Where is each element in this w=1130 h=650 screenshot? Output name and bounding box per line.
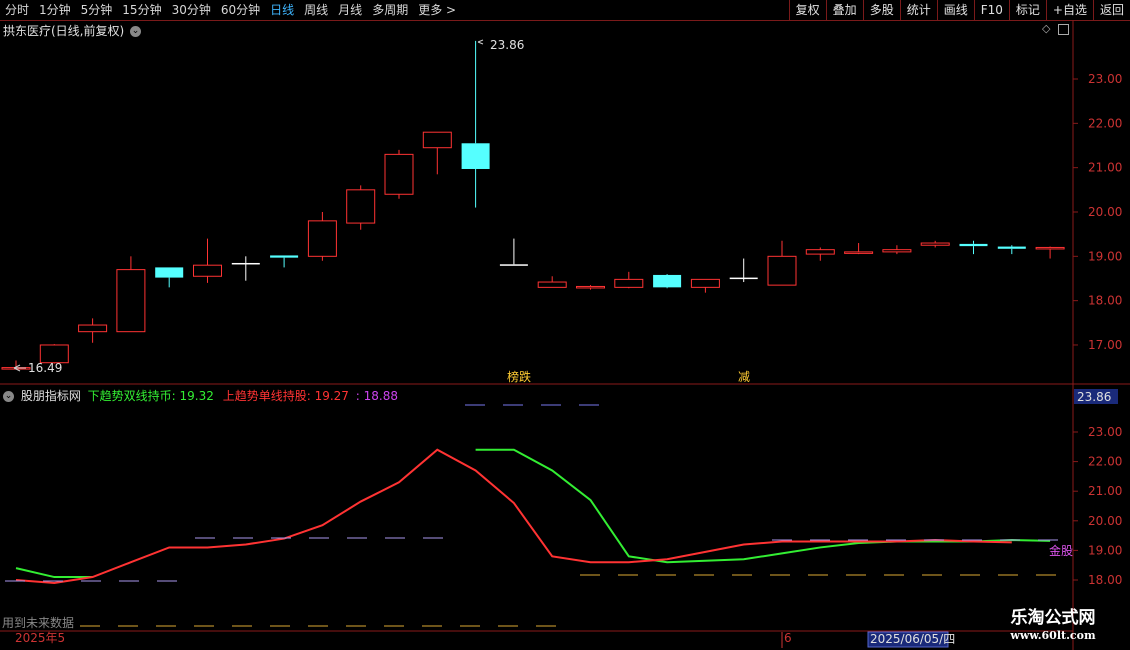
ind-y-tick-label: 21.00	[1088, 484, 1122, 498]
main-y-tick-label: 19.00	[1088, 249, 1122, 263]
candle-body	[461, 143, 490, 169]
candle-body	[614, 278, 644, 288]
candle-body	[116, 269, 146, 333]
candle-body	[653, 274, 682, 288]
down-trend-line	[15, 448, 1051, 579]
main-y-tick-label: 23.00	[1088, 72, 1122, 86]
candle-body	[384, 153, 414, 195]
candle-body	[690, 278, 720, 288]
indicator-dash-levels	[5, 404, 1065, 627]
indicator-price-box-label: 23.86	[1077, 390, 1111, 404]
gold-stock-label: 金股	[1049, 543, 1073, 558]
main-y-tick-label: 21.00	[1088, 161, 1122, 175]
ind-y-tick-label: 23.00	[1088, 425, 1122, 439]
candle-body	[767, 255, 797, 286]
main-y-tick-label: 18.00	[1088, 294, 1122, 308]
kline-chart: 23.00 22.00 21.00 20.00 19.00 18.00 17.00 23.0…	[0, 20, 1130, 650]
watermark-title: 乐淘公式网	[1010, 608, 1096, 628]
candle-body	[193, 264, 222, 277]
main-y-axis: 23.00 22.00 21.00 20.00 19.00 18.00 17.00	[1073, 72, 1122, 352]
high-label: 23.86	[490, 38, 524, 52]
candle-body	[270, 255, 299, 258]
candle-body	[155, 267, 184, 278]
low-label: 16.49	[28, 361, 62, 375]
candle-body	[422, 131, 452, 149]
marker-jian: 减	[738, 370, 750, 384]
candle-body	[920, 242, 950, 246]
candle-body	[231, 262, 260, 265]
candle-body	[844, 251, 874, 254]
main-y-tick-label: 17.00	[1088, 338, 1122, 352]
date-label-june: 6	[784, 631, 792, 645]
watermark: 乐淘公式网 www.60lt.com	[998, 607, 1108, 643]
candle-body	[307, 220, 337, 257]
candle-body	[499, 264, 528, 266]
high-arrow-icon	[477, 39, 484, 45]
candle-body	[537, 281, 567, 288]
candle-body	[882, 249, 912, 253]
watermark-url: www.60lt.com	[1010, 629, 1096, 642]
candle-body	[997, 246, 1026, 249]
indicator-lines	[15, 448, 1051, 584]
up-trend-line	[15, 448, 1012, 584]
future-data-note: 用到未来数据	[2, 615, 74, 630]
cursor-date-label: 2025/06/05/四	[870, 632, 955, 646]
main-y-tick-label: 22.00	[1088, 116, 1122, 130]
ind-y-tick-label: 20.00	[1088, 514, 1122, 528]
ind-y-tick-label: 22.00	[1088, 455, 1122, 469]
marker-bangdie: 榜跌	[507, 369, 531, 384]
candle-body	[576, 285, 605, 289]
candle-body	[959, 243, 988, 247]
candle-body	[1035, 246, 1065, 250]
candle-body	[78, 324, 108, 333]
candle-body	[729, 277, 758, 280]
candle-body	[805, 249, 835, 255]
ind-y-tick-label: 18.00	[1088, 573, 1122, 587]
indicator-y-axis: 23.00 22.00 21.00 20.00 19.00 18.00	[1073, 425, 1122, 587]
candle-body	[346, 189, 376, 224]
ind-y-tick-label: 19.00	[1088, 543, 1122, 557]
candlestick-series	[1, 40, 1065, 370]
main-y-tick-label: 20.00	[1088, 205, 1122, 219]
date-label-may: 2025年5	[15, 631, 65, 645]
